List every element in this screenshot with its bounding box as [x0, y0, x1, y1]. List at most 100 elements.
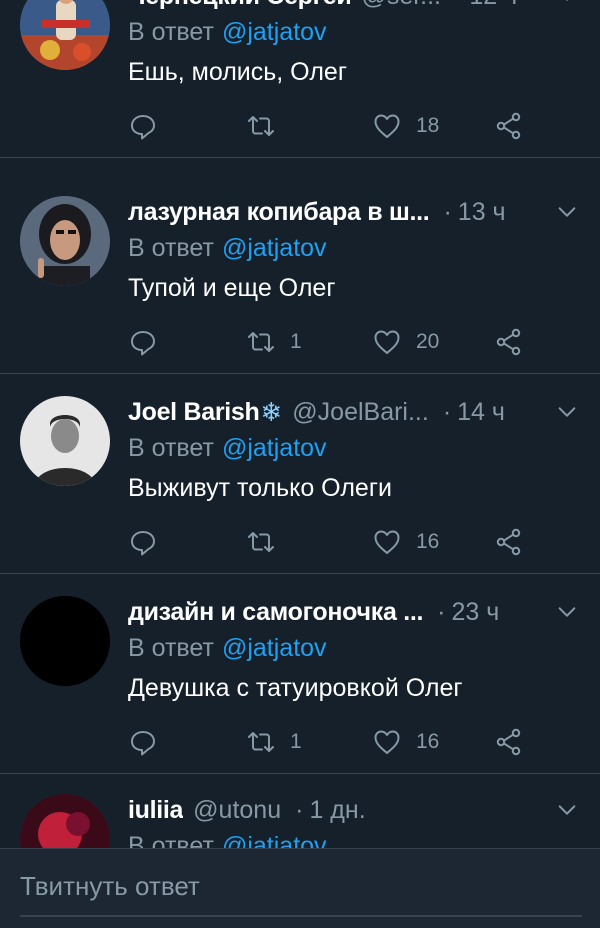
reply-mention[interactable]: @jatjatov [222, 832, 327, 848]
reply-button[interactable] [128, 106, 172, 146]
avatar[interactable] [20, 0, 110, 70]
chevron-down-icon[interactable] [556, 401, 578, 423]
like-count: 16 [416, 530, 440, 553]
share-button[interactable] [494, 522, 524, 562]
speech-bubble-icon [131, 331, 155, 356]
tweet[interactable]: iuliia @utonu · 1 дн. В ответ @jatjatov [0, 774, 600, 848]
reply-button[interactable] [128, 322, 172, 362]
tweet[interactable]: лазурная копибара в ш... · 13 ч В ответ @… [0, 176, 600, 374]
like-count: 18 [416, 114, 440, 137]
author-name[interactable]: дизайн и самогоночка ... [128, 598, 423, 627]
share-icon [496, 112, 521, 140]
author-name[interactable]: iuliia [128, 796, 183, 825]
tweet-text: Ешь, молись, Олег [128, 58, 347, 86]
share-icon [496, 528, 521, 556]
like-button[interactable]: 16 [372, 722, 439, 762]
retweet-icon [248, 732, 274, 752]
timestamp[interactable]: 13 ч [458, 198, 506, 227]
tweet[interactable]: Чернецкий Сергей @ser... · 12 ч В ответ @… [0, 0, 600, 158]
reply-mention[interactable]: @jatjatov [222, 234, 327, 262]
avatar[interactable] [20, 196, 110, 286]
heart-icon [374, 330, 400, 354]
retweet-icon [248, 532, 274, 552]
reply-context: В ответ @jatjatov [128, 634, 327, 663]
tweet-actions: 1 16 [128, 722, 548, 762]
reply-mention[interactable]: @jatjatov [222, 434, 327, 462]
reply-mention[interactable]: @jatjatov [222, 634, 327, 662]
author-name[interactable]: Чернецкий Сергей [128, 0, 351, 11]
avatar[interactable] [20, 596, 110, 686]
tweet-text: Девушка с татуировкой Олег [128, 674, 463, 702]
retweet-icon [248, 116, 274, 136]
chevron-down-icon[interactable] [556, 0, 578, 7]
avatar-image [20, 396, 110, 486]
share-icon [496, 328, 521, 356]
tweet-actions: 1 20 [128, 322, 548, 362]
reply-feed: Чернецкий Сергей @ser... · 12 ч В ответ @… [0, 0, 600, 848]
author-handle[interactable]: @utonu [193, 796, 281, 825]
timestamp[interactable]: 14 ч [457, 398, 505, 427]
tweet-text: Выживут только Олеги [128, 474, 392, 502]
retweet-button[interactable]: 1 [246, 322, 302, 362]
retweet-count: 1 [290, 730, 302, 753]
share-button[interactable] [494, 722, 524, 762]
reply-prefix: В ответ [128, 634, 214, 662]
author-handle[interactable]: @JoelBari... [292, 398, 429, 427]
reply-button[interactable] [128, 722, 172, 762]
reply-mention[interactable]: @jatjatov [222, 18, 327, 46]
reply-input[interactable]: Твитнуть ответ [20, 861, 582, 911]
timestamp[interactable]: 12 ч [469, 0, 517, 11]
retweet-button[interactable]: 1 [246, 722, 302, 762]
separator-dot: · [295, 795, 304, 824]
reply-context: В ответ @jatjatov [128, 832, 327, 848]
like-count: 16 [416, 730, 440, 753]
retweet-button[interactable] [246, 522, 290, 562]
retweet-count: 1 [290, 330, 302, 353]
chevron-down-icon[interactable] [556, 601, 578, 623]
speech-bubble-icon [131, 115, 155, 140]
tweet-actions: 16 [128, 522, 548, 562]
separator-dot: · [437, 597, 446, 626]
avatar[interactable] [20, 396, 110, 486]
like-button[interactable]: 18 [372, 106, 439, 146]
heart-icon [374, 730, 400, 754]
snowflake-icon: ❄ [260, 396, 283, 427]
separator-dot: · [442, 397, 452, 426]
reply-button[interactable] [128, 522, 172, 562]
reply-prefix: В ответ [128, 434, 214, 462]
reply-prefix: В ответ [128, 832, 214, 848]
share-button[interactable] [494, 106, 524, 146]
avatar-image [20, 596, 110, 686]
retweet-icon [248, 332, 274, 352]
reply-context: В ответ @jatjatov [128, 434, 327, 463]
tweet[interactable]: Joel Barish ❄ @JoelBari... · 14 ч В отве… [0, 376, 600, 574]
reply-prefix: В ответ [128, 234, 214, 262]
share-icon [496, 728, 521, 756]
input-underline [20, 915, 582, 917]
author-handle[interactable]: @ser... [361, 0, 441, 11]
chevron-down-icon[interactable] [556, 799, 578, 821]
retweet-button[interactable] [246, 106, 290, 146]
like-count: 20 [416, 330, 440, 353]
speech-bubble-icon [131, 531, 155, 556]
chevron-down-icon[interactable] [556, 201, 578, 223]
author-name[interactable]: Joel Barish [128, 398, 259, 427]
timestamp[interactable]: 1 дн. [309, 796, 365, 825]
like-button[interactable]: 20 [372, 322, 439, 362]
separator-dot: · [443, 197, 452, 226]
heart-icon [374, 530, 400, 554]
separator-dot: · [455, 0, 463, 11]
avatar-image [20, 196, 110, 286]
timestamp[interactable]: 23 ч [451, 598, 499, 627]
tweet-text: Тупой и еще Олег [128, 274, 336, 302]
tweet[interactable]: дизайн и самогоночка ... · 23 ч В ответ @… [0, 576, 600, 774]
avatar[interactable] [20, 794, 110, 848]
reply-composer: Твитнуть ответ [0, 848, 600, 928]
author-name[interactable]: лазурная копибара в ш... [128, 198, 429, 227]
tweet-actions: 18 [128, 106, 548, 146]
like-button[interactable]: 16 [372, 522, 439, 562]
avatar-image [20, 0, 110, 70]
speech-bubble-icon [131, 731, 155, 756]
share-button[interactable] [494, 322, 524, 362]
reply-context: В ответ @jatjatov [128, 234, 327, 263]
